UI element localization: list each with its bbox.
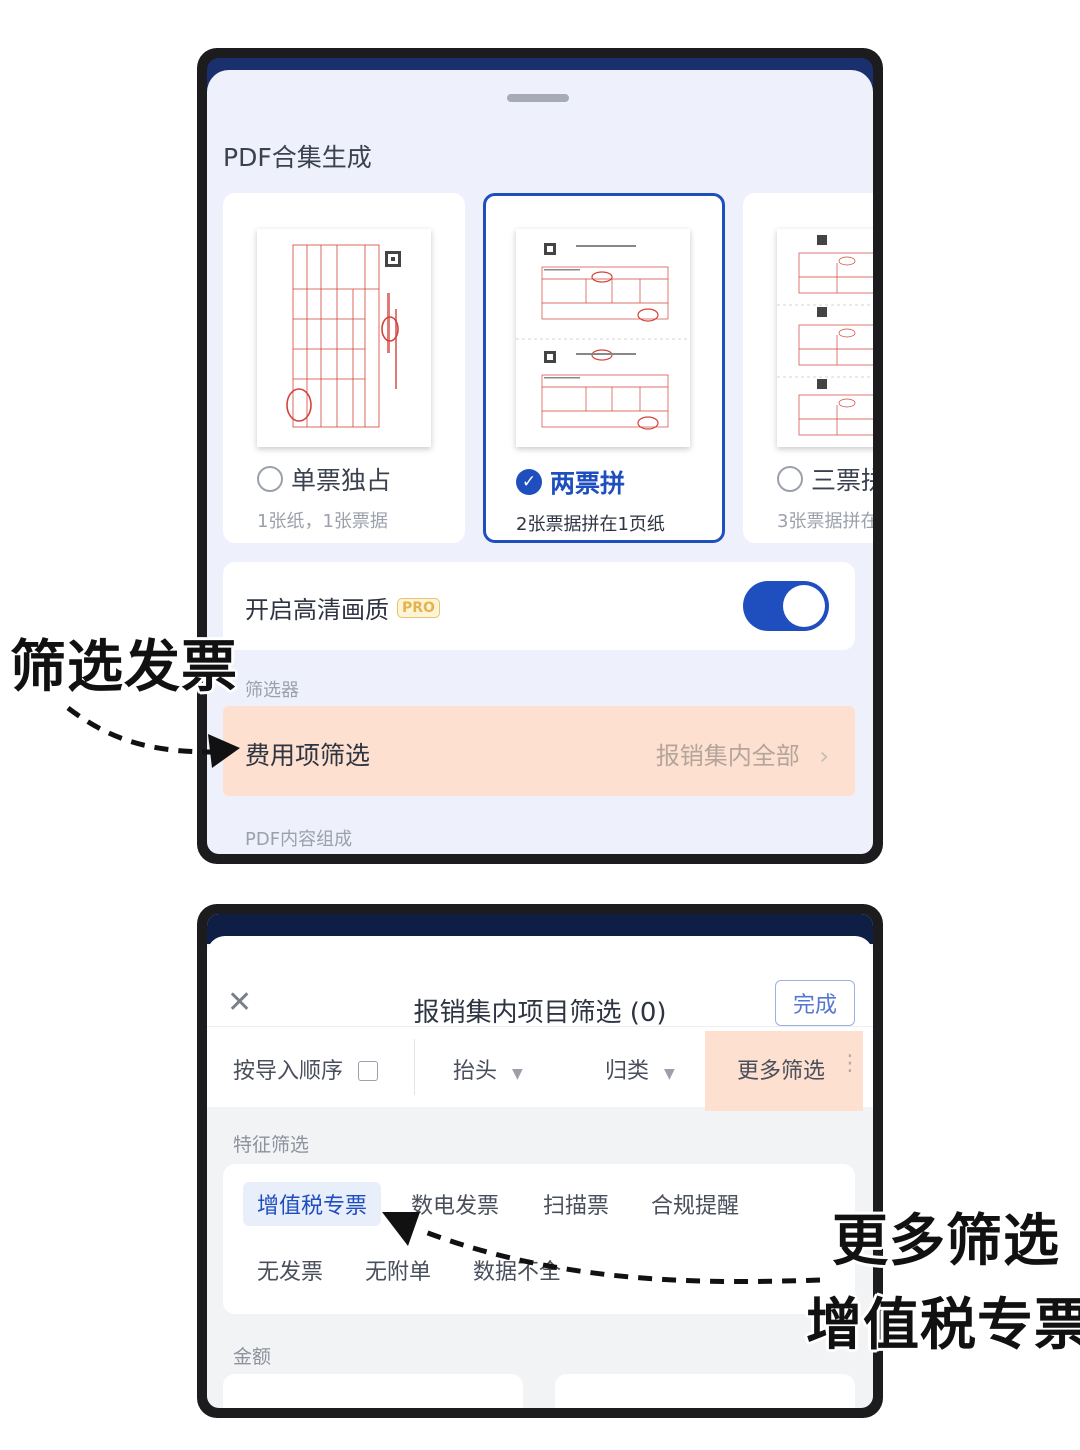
sheet-title: PDF合集生成	[223, 143, 372, 172]
tab-label: 抬头	[453, 1059, 498, 1084]
caret-down-icon: ▼	[512, 1066, 523, 1082]
filter-tabs: 按导入顺序 抬头 ▼ 归类 ▼ 更多筛选 ⋮	[207, 1026, 873, 1111]
layout-option-desc: 1张纸，1张票据	[257, 511, 388, 532]
layout-option-double[interactable]: ✓ 两票拼 2张票据拼在1页纸	[483, 193, 725, 543]
annotation-more-filter: 更多筛选	[832, 1209, 1060, 1274]
layout-option-desc: 3张票据拼在1页纸	[777, 511, 873, 532]
tab-divider	[414, 1039, 415, 1095]
chip-incomplete-data[interactable]: 数据不全	[459, 1248, 575, 1292]
tab-more-filters[interactable]: 更多筛选 ⋮	[705, 1031, 863, 1111]
tab-category[interactable]: 归类 ▼	[605, 1053, 675, 1085]
amount-label: 金额	[233, 1346, 272, 1368]
sort-icon	[358, 1061, 379, 1081]
triple-invoice-preview	[777, 229, 873, 447]
chip-vat-special[interactable]: 增值税专票	[243, 1182, 382, 1226]
done-button[interactable]: 完成	[775, 980, 855, 1026]
amount-min-input[interactable]	[223, 1374, 523, 1408]
layout-option-label: 三票拼	[811, 466, 873, 495]
expense-filter-label: 费用项筛选	[245, 741, 371, 770]
hd-quality-label-group: 开启高清画质 PRO	[245, 590, 440, 625]
pro-badge: PRO	[397, 597, 440, 618]
chip-compliance[interactable]: 合规提醒	[637, 1182, 753, 1226]
annotation-vat-special: 增值税专票	[806, 1293, 1080, 1358]
layout-option-title: ✓ 两票拼	[516, 464, 625, 500]
amount-max-input[interactable]	[555, 1374, 855, 1408]
layout-option-title: 三票拼	[777, 461, 873, 497]
single-invoice-preview	[257, 229, 431, 447]
filter-section-label: 筛选器	[245, 680, 299, 701]
content-section-label: PDF内容组成	[245, 829, 353, 850]
chip-no-invoice[interactable]: 无发票	[243, 1248, 337, 1292]
more-icon: ⋮	[839, 1051, 861, 1076]
chip-no-attachment[interactable]: 无附单	[351, 1248, 445, 1292]
layout-option-title: 单票独占	[257, 461, 391, 497]
filter-sheet-header: ✕ 报销集内项目筛选 (0) 完成	[207, 936, 873, 1036]
drag-handle[interactable]	[507, 94, 569, 102]
pdf-collection-sheet: PDF合集生成 单票独占 1张纸，1张票据 ✓ 两票拼 2张票据拼在1页纸 三票…	[207, 70, 873, 854]
tab-label: 按导入顺序	[233, 1059, 344, 1084]
feature-filter-label: 特征筛选	[233, 1134, 310, 1156]
chip-scanned[interactable]: 扫描票	[529, 1182, 623, 1226]
hd-quality-label: 开启高清画质	[245, 596, 389, 624]
expense-filter-value: 报销集内全部	[655, 742, 800, 770]
toggle-knob	[783, 585, 825, 627]
double-invoice-preview	[516, 229, 690, 447]
radio-unchecked-icon[interactable]	[777, 466, 803, 492]
tab-import-order[interactable]: 按导入顺序	[233, 1053, 379, 1085]
feature-filter-card: 增值税专票 数电发票 扫描票 合规提醒 无发票 无附单 数据不全	[223, 1164, 855, 1314]
hd-quality-toggle[interactable]	[743, 581, 829, 631]
caret-down-icon: ▼	[664, 1066, 675, 1082]
tab-label: 更多筛选	[737, 1059, 826, 1084]
layout-option-desc: 2张票据拼在1页纸	[516, 514, 665, 535]
filter-phone: ✕ 报销集内项目筛选 (0) 完成 按导入顺序 抬头 ▼ 归类 ▼ 更多筛选 ⋮	[197, 904, 883, 1418]
hd-quality-row: 开启高清画质 PRO	[223, 562, 855, 650]
layout-option-triple[interactable]: 三票拼 3张票据拼在1页纸	[743, 193, 873, 543]
annotation-filter-invoice: 筛选发票	[10, 635, 238, 700]
layout-option-label: 两票拼	[550, 469, 626, 498]
check-icon[interactable]: ✓	[516, 469, 542, 495]
tab-label: 归类	[605, 1059, 650, 1084]
phone-screen: PDF合集生成 单票独占 1张纸，1张票据 ✓ 两票拼 2张票据拼在1页纸 三票…	[207, 58, 873, 854]
chevron-right-icon: ›	[819, 742, 829, 770]
chip-digital-invoice[interactable]: 数电发票	[397, 1182, 513, 1226]
phone-screen: ✕ 报销集内项目筛选 (0) 完成 按导入顺序 抬头 ▼ 归类 ▼ 更多筛选 ⋮	[207, 914, 873, 1408]
expense-filter-value-group: 报销集内全部 ›	[656, 736, 829, 771]
layout-option-label: 单票独占	[291, 466, 392, 495]
radio-unchecked-icon[interactable]	[257, 466, 283, 492]
pdf-collection-phone: PDF合集生成 单票独占 1张纸，1张票据 ✓ 两票拼 2张票据拼在1页纸 三票…	[197, 48, 883, 864]
expense-filter-row[interactable]: 费用项筛选 报销集内全部 ›	[223, 706, 855, 796]
layout-option-single[interactable]: 单票独占 1张纸，1张票据	[223, 193, 465, 543]
filter-sheet-title: 报销集内项目筛选 (0)	[413, 998, 667, 1028]
tab-header-title[interactable]: 抬头 ▼	[453, 1053, 523, 1085]
